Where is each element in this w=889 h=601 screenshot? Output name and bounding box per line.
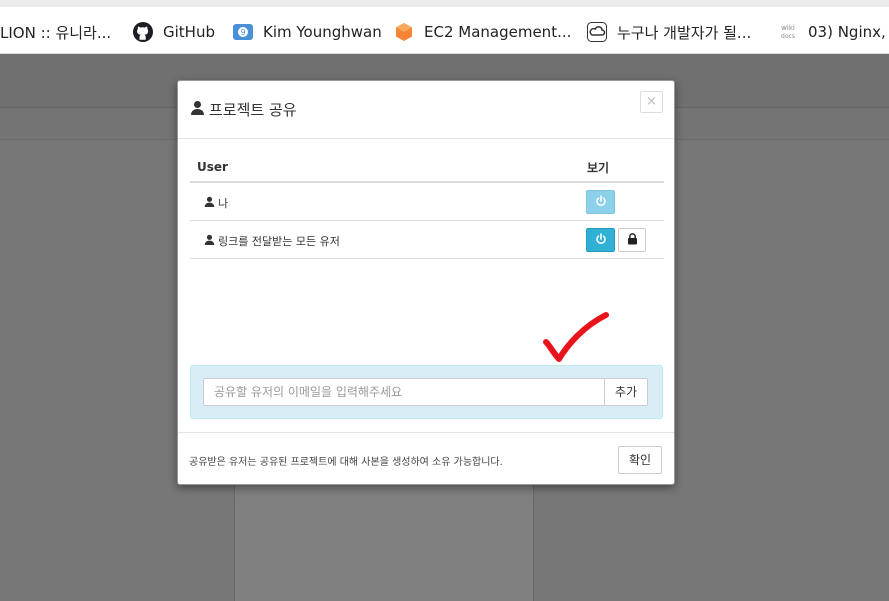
row-user-label: 링크를 전달받는 모든 유저 [218, 235, 340, 248]
svg-text:wiki: wiki [781, 24, 795, 32]
lock-icon [627, 232, 638, 248]
bookmark-ec2[interactable]: EC2 Management... [394, 20, 571, 44]
row-user: 나 [204, 195, 228, 211]
svg-text:docs: docs [781, 33, 795, 40]
bookmark-label: LION :: 유니라... [0, 23, 112, 42]
share-table: User 보기 나 링크를 전달받는 모든 유저 [190, 151, 664, 259]
bookmark-label: GitHub [163, 23, 215, 41]
modal-title-text: 프로젝트 공유 [209, 101, 297, 119]
bookmarks-bar: LION :: 유니라... GitHub 9 Kim Younghwan EC… [0, 0, 889, 54]
github-icon [133, 22, 153, 42]
column-header-view: 보기 [587, 161, 610, 175]
view-toggle-button[interactable] [586, 190, 615, 214]
user-icon [190, 100, 209, 119]
close-button[interactable]: × [640, 91, 663, 113]
power-icon [595, 194, 607, 210]
email-input[interactable] [203, 378, 604, 406]
bookmark-label: 누구나 개발자가 될... [617, 23, 752, 42]
footer-note: 공유받은 유저는 공유된 프로젝트에 대해 사본을 생성하여 소유 가능합니다. [189, 457, 503, 468]
user-icon [204, 196, 218, 210]
lock-button[interactable] [618, 228, 646, 252]
share-project-modal: 프로젝트 공유 × User 보기 나 링크를 전달받는 모든 유저 공유할 유… [177, 80, 675, 485]
svg-text:9: 9 [240, 28, 245, 37]
table-row: 나 [190, 183, 664, 221]
profile-icon: 9 [233, 22, 253, 42]
aws-icon [394, 22, 414, 42]
power-icon [595, 232, 607, 248]
page-card-backdrop [234, 484, 534, 601]
column-header-user: User [197, 160, 228, 174]
bookmark-label: Kim Younghwan [263, 23, 382, 41]
bookmark-label: 03) Nginx, G [808, 23, 889, 41]
checkmark-annotation-icon [543, 312, 609, 362]
bookmark-github[interactable]: GitHub [133, 20, 215, 44]
bookmark-label: EC2 Management... [424, 23, 572, 41]
bookmark-kim-younghwan[interactable]: 9 Kim Younghwan [233, 20, 382, 44]
user-icon [204, 234, 218, 248]
cloud-icon [587, 22, 607, 42]
modal-title: 프로젝트 공유 [190, 99, 297, 120]
table-row: 링크를 전달받는 모든 유저 [190, 221, 664, 259]
bookmark-dev[interactable]: 누구나 개발자가 될... [587, 20, 751, 44]
modal-header: 프로젝트 공유 × [178, 81, 674, 139]
modal-footer: 공유받은 유저는 공유된 프로젝트에 대해 사본을 생성하여 소유 가능합니다.… [178, 432, 674, 484]
row-user: 링크를 전달받는 모든 유저 [204, 233, 340, 249]
table-header: User 보기 [190, 151, 664, 183]
view-toggle-button[interactable] [586, 228, 615, 252]
confirm-button[interactable]: 확인 [618, 446, 662, 474]
bookmark-lion[interactable]: LION :: 유니라... [0, 20, 111, 44]
browser-tab-strip [0, 0, 889, 7]
wikidocs-icon: wiki docs [778, 22, 798, 42]
bookmark-nginx[interactable]: wikidocs 03) Nginx, G [778, 20, 889, 44]
add-user-button[interactable]: 추가 [604, 378, 648, 406]
row-user-label: 나 [218, 197, 229, 210]
invite-panel: 추가 [190, 365, 663, 419]
